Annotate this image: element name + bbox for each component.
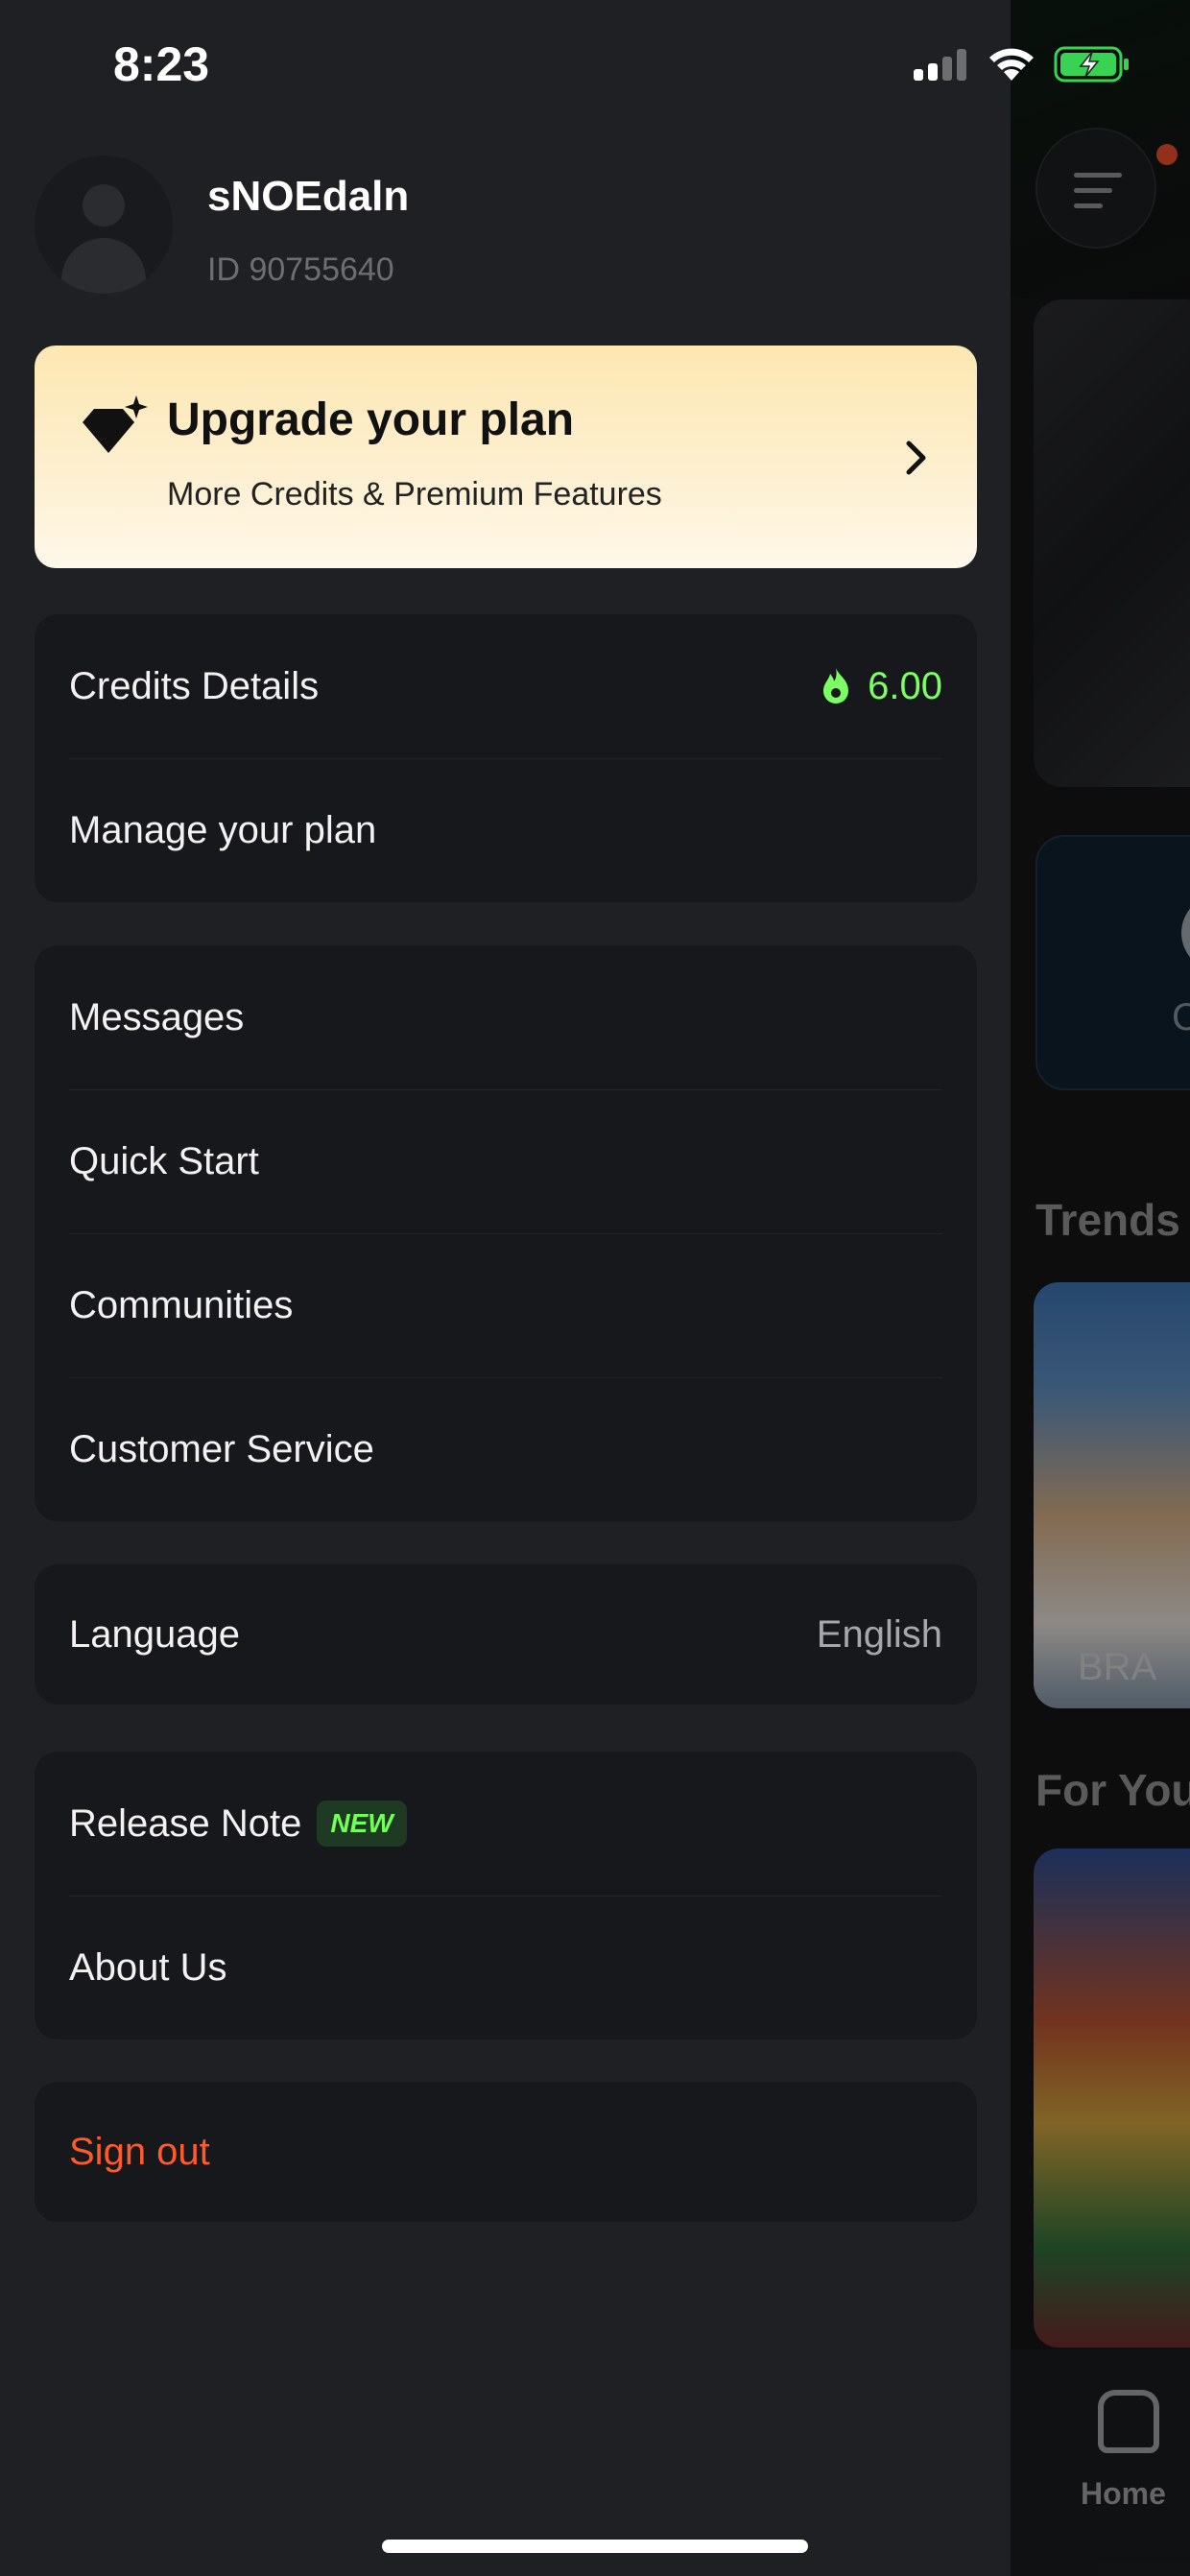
manage-plan-row[interactable]: Manage your plan xyxy=(35,758,977,902)
profile-user-id: ID 90755640 xyxy=(207,251,394,288)
messages-label: Messages xyxy=(69,995,245,1038)
sign-out-button[interactable]: Sign out xyxy=(35,2082,977,2222)
language-label: Language xyxy=(69,1612,240,1656)
battery-charging-icon xyxy=(1054,46,1129,83)
about-us-row[interactable]: About Us xyxy=(35,1896,977,2039)
manage-plan-label: Manage your plan xyxy=(69,808,377,851)
about-us-label: About Us xyxy=(69,1945,227,1989)
messages-row[interactable]: Messages xyxy=(35,945,977,1089)
language-row[interactable]: Language English xyxy=(35,1564,977,1705)
account-group: Credits Details 6.00 Manage your plan xyxy=(35,614,977,902)
drawer-scrim[interactable] xyxy=(1011,0,1190,2576)
credits-details-label: Credits Details xyxy=(69,664,320,707)
info-group: Release Note NEW About Us xyxy=(35,1752,977,2039)
signout-group: Sign out xyxy=(35,2082,977,2222)
avatar[interactable] xyxy=(35,155,173,294)
credits-value: 6.00 xyxy=(868,664,942,707)
language-group: Language English xyxy=(35,1564,977,1705)
signal-icon xyxy=(914,48,967,81)
upgrade-title: Upgrade your plan xyxy=(167,394,575,445)
credits-details-row[interactable]: Credits Details 6.00 xyxy=(35,614,977,758)
diamond-sparkle-icon xyxy=(83,395,148,453)
customer-service-label: Customer Service xyxy=(69,1427,374,1470)
side-drawer: 8:23 sNOEdaln ID 90755640 Upgrade your p… xyxy=(0,0,1129,2576)
release-note-label: Release Note xyxy=(69,1801,302,1845)
quick-start-label: Quick Start xyxy=(69,1139,259,1182)
status-time: 8:23 xyxy=(113,37,210,91)
language-value: English xyxy=(816,1612,942,1656)
quick-start-row[interactable]: Quick Start xyxy=(35,1089,977,1233)
chevron-right-icon xyxy=(906,441,926,475)
profile-username: sNOEdaln xyxy=(207,173,410,220)
home-indicator[interactable] xyxy=(382,2540,808,2553)
customer-service-row[interactable]: Customer Service xyxy=(35,1377,977,1521)
communities-label: Communities xyxy=(69,1283,294,1326)
communities-row[interactable]: Communities xyxy=(35,1233,977,1377)
flame-icon xyxy=(823,668,849,704)
sign-out-label: Sign out xyxy=(69,2130,210,2173)
upgrade-subtitle: More Credits & Premium Features xyxy=(167,476,662,513)
upgrade-plan-card[interactable]: Upgrade your plan More Credits & Premium… xyxy=(35,346,977,568)
menu-group: Messages Quick Start Communities Custome… xyxy=(35,945,977,1521)
release-note-row[interactable]: Release Note NEW xyxy=(35,1752,977,1896)
new-badge: NEW xyxy=(317,1801,407,1847)
wifi-icon xyxy=(989,48,1034,81)
